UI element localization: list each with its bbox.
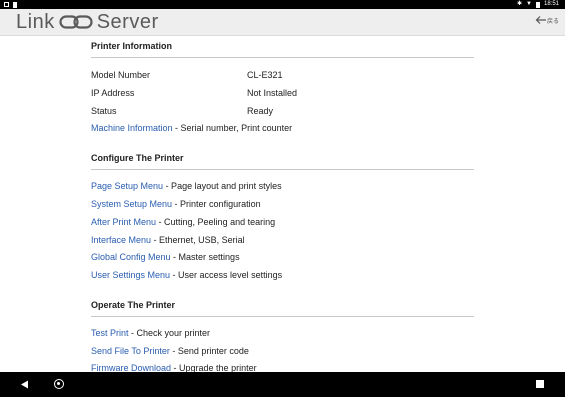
section-title-printer-information: Printer Information [91,41,173,51]
info-label-ip: IP Address [91,88,135,98]
list-item: Test Print - Check your printer [91,328,210,338]
test-print-link[interactable]: Test Print [91,328,129,338]
section-title-operate: Operate The Printer [91,300,176,310]
brand-left-text: Link [16,10,55,33]
machine-information-desc: - Serial number, Print counter [172,123,293,133]
divider [91,169,474,170]
battery-icon [535,1,540,8]
global-config-menu-link[interactable]: Global Config Menu [91,252,171,262]
divider [91,316,474,317]
divider [91,57,474,58]
item-desc: - Cutting, Peeling and tearing [156,217,276,227]
app-bar: Link Server 戻る [0,9,565,36]
item-desc: - Printer configuration [172,199,261,209]
list-item: After Print Menu - Cutting, Peeling and … [91,217,275,227]
system-setup-menu-link[interactable]: System Setup Menu [91,199,172,209]
wifi-icon: ▼ [526,1,532,7]
info-value-model: CL-E321 [247,70,283,80]
list-item: Page Setup Menu - Page layout and print … [91,181,282,191]
item-desc: - Upgrade the printer [171,363,257,372]
item-desc: - Ethernet, USB, Serial [151,235,245,245]
back-label: 戻る [546,18,559,25]
item-desc: - Send printer code [169,346,249,356]
firmware-download-link[interactable]: Firmware Download [91,363,171,372]
interface-menu-link[interactable]: Interface Menu [91,235,151,245]
link-chain-icon [59,15,93,29]
info-label-status: Status [91,106,117,116]
list-item: System Setup Menu - Printer configuratio… [91,199,261,209]
info-label-model: Model Number [91,70,151,80]
page-setup-menu-link[interactable]: Page Setup Menu [91,181,163,191]
notification-icon [4,2,9,7]
bluetooth-icon: ✱ [517,1,523,7]
system-nav-bar [0,372,565,397]
list-item-machine-information: Machine Information - Serial number, Pri… [91,123,292,133]
section-title-configure: Configure The Printer [91,153,184,163]
nav-home-icon[interactable] [54,379,64,389]
clock: 18:51 [543,1,559,7]
status-bar: ✱ ▼ 18:51 [0,0,565,9]
list-item: Global Config Menu - Master settings [91,252,240,262]
main-content: Printer Information Model Number CL-E321… [0,36,565,372]
brand-right-text: Server [96,10,159,33]
machine-information-link[interactable]: Machine Information [91,123,173,133]
info-value-ip: Not Installed [247,88,298,98]
item-desc: - Page layout and print styles [163,181,282,191]
list-item: Firmware Download - Upgrade the printer [91,363,257,372]
list-item: User Settings Menu - User access level s… [91,270,282,280]
item-desc: - User access level settings [170,270,283,280]
after-print-menu-link[interactable]: After Print Menu [91,217,156,227]
send-file-link[interactable]: Send File To Printer [91,346,170,356]
user-settings-menu-link[interactable]: User Settings Menu [91,270,170,280]
list-item: Send File To Printer - Send printer code [91,346,249,356]
item-desc: - Master settings [170,252,240,262]
info-value-status: Ready [247,106,274,116]
list-item: Interface Menu - Ethernet, USB, Serial [91,235,245,245]
brand-logo: Link Server [16,11,159,33]
back-button[interactable]: 戻る [535,15,559,25]
item-desc: - Check your printer [128,328,211,338]
nav-recents-icon[interactable] [536,380,544,388]
nav-back-icon[interactable] [20,380,29,389]
arrow-left-icon [535,16,546,24]
sd-card-icon [13,1,17,8]
